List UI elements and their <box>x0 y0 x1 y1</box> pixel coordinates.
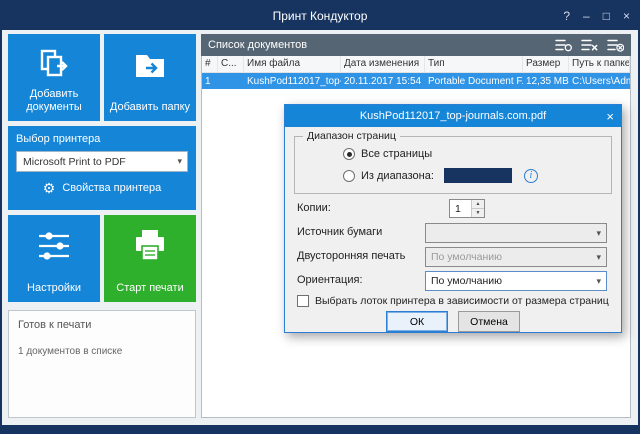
table-row[interactable]: 1 KushPod112017_top-jou... 20.11.2017 15… <box>202 73 630 89</box>
printer-select[interactable]: Microsoft Print to PDF ▾ <box>16 151 188 172</box>
orientation-label: Ориентация: <box>297 274 363 286</box>
column-header-size[interactable]: Размер <box>523 56 569 72</box>
duplex-label: Двусторонняя печать <box>297 250 405 262</box>
printer-panel: Выбор принтера Microsoft Print to PDF ▾ … <box>8 126 196 210</box>
all-pages-option[interactable]: Все страницы <box>343 148 432 160</box>
chevron-down-icon: ▾ <box>596 276 601 287</box>
spin-down-icon[interactable]: ▼ <box>472 209 484 217</box>
from-range-radio[interactable] <box>343 170 355 182</box>
remove-document-icon[interactable] <box>581 38 598 52</box>
add-folder-icon <box>131 47 169 87</box>
dialog-title: KushPod112017_top-journals.com.pdf <box>360 110 546 122</box>
cell-size: 12,35 MB <box>523 74 569 89</box>
range-input[interactable] <box>444 168 512 183</box>
minimize-button[interactable]: – <box>583 9 590 23</box>
dialog-close-button[interactable]: × <box>606 105 614 127</box>
paper-source-label: Источник бумаги <box>297 226 382 238</box>
tray-checkbox-row[interactable]: Выбрать лоток принтера в зависимости от … <box>297 295 609 307</box>
column-header-type[interactable]: Тип <box>425 56 523 72</box>
ok-button[interactable]: ОК <box>386 311 448 332</box>
status-box: Готов к печати 1 документов в списке <box>8 310 196 418</box>
document-list-title: Список документов <box>208 39 307 51</box>
cancel-button[interactable]: Отмена <box>458 311 520 332</box>
window-controls: ? – □ × <box>563 2 630 30</box>
all-pages-label: Все страницы <box>361 148 432 160</box>
chevron-down-icon: ▾ <box>596 228 601 239</box>
add-folder-label: Добавить папку <box>108 101 192 114</box>
clear-list-icon[interactable] <box>607 38 624 52</box>
cell-num: 1 <box>202 74 218 89</box>
start-print-label: Старт печати <box>108 282 192 295</box>
titlebar: Принт Кондуктор ? – □ × <box>2 2 638 30</box>
sliders-icon <box>34 228 74 268</box>
add-folder-button[interactable]: Добавить папку <box>104 34 196 121</box>
window-title: Принт Кондуктор <box>273 9 368 23</box>
add-documents-button[interactable]: Добавить документы <box>8 34 100 121</box>
settings-label: Настройки <box>12 282 96 295</box>
column-header-num[interactable]: # <box>202 56 218 72</box>
chevron-down-icon: ▾ <box>177 156 182 167</box>
close-button[interactable]: × <box>623 9 630 23</box>
spin-up-icon[interactable]: ▲ <box>472 200 484 209</box>
copies-value[interactable]: 1 <box>450 200 471 217</box>
paper-source-row: Источник бумаги ▾ <box>297 223 607 243</box>
list-options-icon[interactable] <box>555 38 572 52</box>
duplex-select[interactable]: По умолчанию ▾ <box>425 247 607 267</box>
copies-spin-buttons: ▲ ▼ <box>471 200 484 217</box>
column-header-status[interactable]: С... <box>218 56 244 72</box>
app-window: Принт Кондуктор ? – □ × Добавить докумен… <box>0 0 640 434</box>
duplex-value: По умолчанию <box>431 251 502 263</box>
tray-checkbox-label: Выбрать лоток принтера в зависимости от … <box>315 295 609 307</box>
orientation-value: По умолчанию <box>431 275 502 287</box>
page-range-groupbox: Диапазон страниц Все страницы Из диапазо… <box>294 136 612 194</box>
cell-filename: KushPod112017_top-jou... <box>244 74 341 89</box>
dialog-titlebar: KushPod112017_top-journals.com.pdf × <box>285 105 621 127</box>
orientation-select[interactable]: По умолчанию ▾ <box>425 271 607 291</box>
table-header-row: # С... Имя файла Дата изменения Тип Разм… <box>202 56 630 73</box>
add-documents-label: Добавить документы <box>12 88 96 114</box>
orientation-row: Ориентация: По умолчанию ▾ <box>297 271 607 291</box>
gear-icon: ⚙ <box>43 181 56 195</box>
cell-path: C:\Users\Admin\Desktop\ <box>569 74 630 89</box>
settings-button[interactable]: Настройки <box>8 215 100 302</box>
document-list-header: Список документов <box>201 34 631 56</box>
help-button[interactable]: ? <box>563 9 570 23</box>
add-documents-icon <box>35 47 73 87</box>
column-header-filename[interactable]: Имя файла <box>244 56 341 72</box>
column-header-path[interactable]: Путь к папке <box>569 56 630 72</box>
cell-status <box>218 79 244 83</box>
copies-label: Копии: <box>297 202 331 214</box>
duplex-row: Двусторонняя печать По умолчанию ▾ <box>297 247 607 267</box>
status-ready-text: Готов к печати <box>18 319 186 331</box>
list-header-icons <box>555 38 624 52</box>
cell-modified: 20.11.2017 15:54 <box>341 74 425 89</box>
printer-icon <box>130 228 170 268</box>
tray-checkbox[interactable] <box>297 295 309 307</box>
copies-stepper[interactable]: 1 ▲ ▼ <box>449 199 485 218</box>
info-icon[interactable]: i <box>524 169 538 183</box>
maximize-button[interactable]: □ <box>603 9 610 23</box>
chevron-down-icon: ▾ <box>596 252 601 263</box>
dialog-body: Диапазон страниц Все страницы Из диапазо… <box>285 127 621 333</box>
paper-source-select[interactable]: ▾ <box>425 223 607 243</box>
all-pages-radio[interactable] <box>343 148 355 160</box>
printer-panel-title: Выбор принтера <box>16 133 188 145</box>
document-settings-dialog: KushPod112017_top-journals.com.pdf × Диа… <box>284 104 622 333</box>
cell-type: Portable Document F... <box>425 74 523 89</box>
printer-select-value: Microsoft Print to PDF <box>23 156 126 168</box>
from-range-option[interactable]: Из диапазона: i <box>343 168 538 183</box>
dialog-buttons: ОК Отмена <box>285 311 621 332</box>
from-range-label: Из диапазона: <box>361 170 434 182</box>
column-header-modified[interactable]: Дата изменения <box>341 56 425 72</box>
printer-properties-label: Свойства принтера <box>62 182 161 194</box>
page-range-legend: Диапазон страниц <box>303 130 400 142</box>
printer-properties-button[interactable]: ⚙ Свойства принтера <box>16 181 188 195</box>
status-count-text: 1 документов в списке <box>18 346 186 357</box>
start-print-button[interactable]: Старт печати <box>104 215 196 302</box>
copies-row: Копии: 1 ▲ ▼ <box>297 199 607 219</box>
